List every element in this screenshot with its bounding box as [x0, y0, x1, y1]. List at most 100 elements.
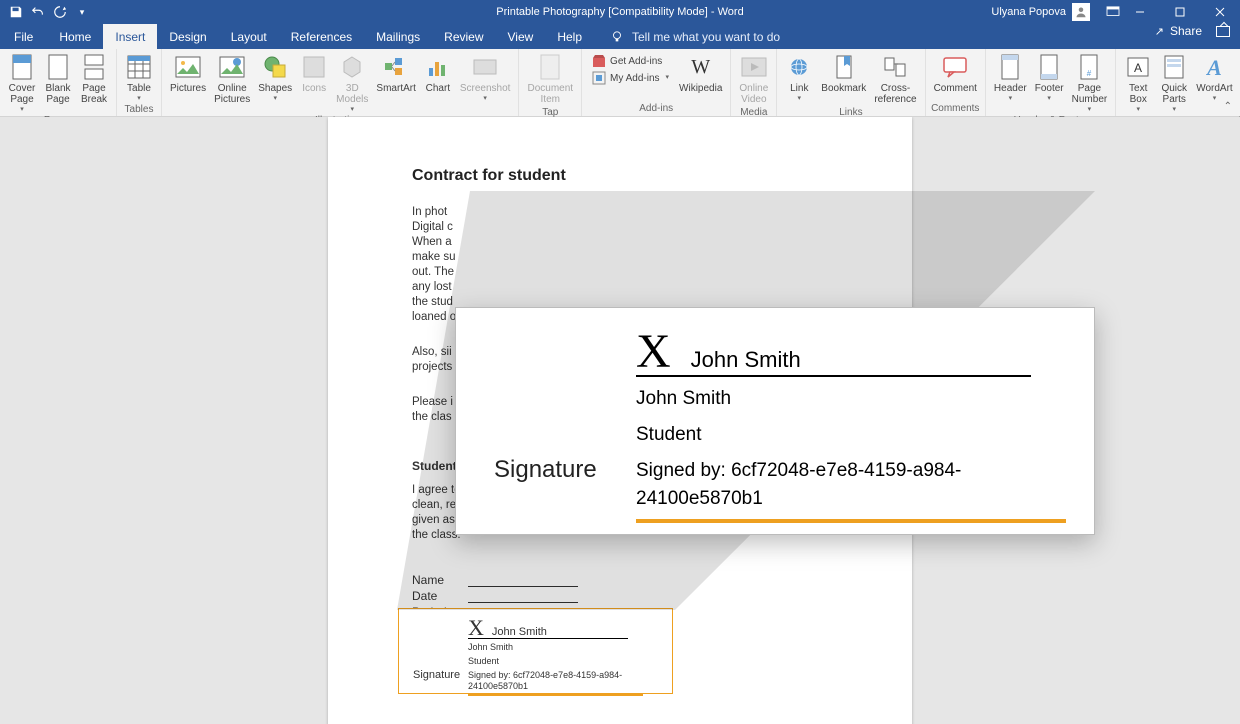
qat-customize-icon[interactable]: ▾ — [72, 2, 92, 22]
sig-signedby-zoom: Signed by: 6cf72048-e7e8-4159-a984-24100… — [636, 457, 1064, 513]
icons-icon — [300, 53, 328, 81]
table-button[interactable]: Table▾ — [121, 51, 157, 104]
smartart-icon — [382, 53, 410, 81]
tab-review[interactable]: Review — [432, 24, 495, 49]
group-links: Link▾ Bookmark Cross- reference Links — [777, 49, 925, 116]
avatar-icon — [1072, 3, 1090, 21]
save-icon[interactable] — [6, 2, 26, 22]
shapes-icon — [261, 53, 289, 81]
shapes-button[interactable]: Shapes▾ — [254, 51, 296, 104]
comments-pane-icon[interactable] — [1216, 26, 1230, 37]
cover-page-icon — [8, 53, 36, 81]
screenshot-icon — [471, 53, 499, 81]
signature-line-object[interactable]: Signature X John Smith John Smith Studen… — [398, 608, 673, 694]
tab-layout[interactable]: Layout — [219, 24, 279, 49]
quick-access-toolbar: ▾ — [0, 2, 92, 22]
smartart-button[interactable]: SmartArt — [372, 51, 419, 96]
tell-me-search[interactable]: Tell me what you want to do — [594, 24, 780, 49]
footer-button[interactable]: Footer▾ — [1031, 51, 1068, 104]
account-area[interactable]: Ulyana Popova — [991, 3, 1120, 21]
sig-x-zoom: X — [636, 332, 671, 372]
online-pictures-button[interactable]: Online Pictures — [210, 51, 254, 107]
group-pages: Cover Page▾ Blank Page Page Break Pages — [0, 49, 117, 116]
group-tables: Table▾ Tables — [117, 49, 162, 116]
tab-insert[interactable]: Insert — [103, 24, 157, 49]
text-box-button[interactable]: AText Box▾ — [1120, 51, 1156, 115]
group-text: AText Box▾ Quick Parts▾ AWordArt▾ ADrop … — [1116, 49, 1240, 116]
page-break-button[interactable]: Page Break — [76, 51, 112, 107]
page-break-icon — [80, 53, 108, 81]
page-number-button[interactable]: #Page Number▾ — [1068, 51, 1112, 115]
sig-role-zoom: Student — [636, 421, 1064, 449]
blank-page-button[interactable]: Blank Page — [40, 51, 76, 107]
cover-page-button[interactable]: Cover Page▾ — [4, 51, 40, 115]
tab-home[interactable]: Home — [47, 24, 103, 49]
link-icon — [785, 53, 813, 81]
tab-help[interactable]: Help — [545, 24, 594, 49]
share-button[interactable]: ↗ Share — [1155, 24, 1230, 38]
tab-references[interactable]: References — [279, 24, 364, 49]
ribbon-display-icon[interactable] — [1106, 6, 1120, 18]
quickparts-icon — [1160, 53, 1188, 81]
comment-icon — [941, 53, 969, 81]
sig-typed-zoom: John Smith — [691, 347, 801, 373]
doc-heading: Contract for student — [412, 167, 828, 185]
footer-icon — [1035, 53, 1063, 81]
cross-reference-button[interactable]: Cross- reference — [870, 51, 920, 107]
group-label-tables: Tables — [121, 104, 157, 117]
icons-button: Icons — [296, 51, 332, 96]
sig-typed-small: John Smith — [492, 626, 547, 638]
sig-line-small — [468, 638, 628, 639]
sig-x-small: X — [468, 615, 484, 641]
document-area[interactable]: Contract for student In phot Digital c W… — [0, 117, 1240, 724]
tell-me-label: Tell me what you want to do — [632, 30, 780, 44]
header-button[interactable]: Header▾ — [990, 51, 1031, 104]
get-addins-button[interactable]: Get Add-ins — [590, 53, 671, 69]
group-tap: Document Item Tap — [519, 49, 582, 116]
tab-file[interactable]: File — [0, 24, 47, 49]
comment-button[interactable]: Comment — [930, 51, 981, 96]
document-item-button: Document Item — [523, 51, 577, 107]
sig-label-zoom: Signature — [494, 456, 597, 484]
ribbon-tabs: File Home Insert Design Layout Reference… — [0, 24, 1240, 49]
online-video-button: Online Video — [735, 51, 772, 107]
my-addins-button[interactable]: My Add-ins▾ — [590, 70, 671, 86]
window-controls — [1120, 0, 1240, 24]
sig-line-zoom — [636, 375, 1031, 377]
undo-icon[interactable] — [28, 2, 48, 22]
user-name: Ulyana Popova — [991, 6, 1066, 18]
tab-view[interactable]: View — [496, 24, 546, 49]
bookmark-icon — [830, 53, 858, 81]
pictures-button[interactable]: Pictures — [166, 51, 210, 96]
online-pictures-icon — [218, 53, 246, 81]
tab-design[interactable]: Design — [157, 24, 218, 49]
group-label-comments: Comments — [930, 103, 981, 116]
svg-text:#: # — [1087, 69, 1092, 78]
sig-orange-small — [468, 694, 643, 696]
3d-models-icon — [338, 53, 366, 81]
sig-orange-zoom — [636, 519, 1066, 523]
wordart-icon: A — [1200, 53, 1228, 81]
group-illustrations: Pictures Online Pictures Shapes▾ Icons 3… — [162, 49, 519, 116]
minimize-button[interactable] — [1120, 0, 1160, 24]
3d-models-button: 3D Models▾ — [332, 51, 372, 115]
chart-icon — [424, 53, 452, 81]
link-button[interactable]: Link▾ — [781, 51, 817, 104]
quick-parts-button[interactable]: Quick Parts▾ — [1156, 51, 1192, 115]
maximize-button[interactable] — [1160, 0, 1200, 24]
share-arrow-icon: ↗ — [1155, 25, 1164, 38]
sig-signedby-small: Signed by: 6cf72048-e7e8-4159-a984-24100… — [468, 670, 662, 692]
redo-icon[interactable] — [50, 2, 70, 22]
wikipedia-button[interactable]: WWikipedia — [675, 51, 726, 96]
chart-button[interactable]: Chart — [420, 51, 456, 96]
crossref-icon — [881, 53, 909, 81]
tab-mailings[interactable]: Mailings — [364, 24, 432, 49]
wordart-button[interactable]: AWordArt▾ — [1192, 51, 1237, 104]
title-bar: ▾ Printable Photography [Compatibility M… — [0, 0, 1240, 24]
table-icon — [125, 53, 153, 81]
collapse-ribbon-icon[interactable]: ⌃ — [1224, 101, 1232, 112]
group-comments: Comment Comments — [926, 49, 986, 116]
header-icon — [996, 53, 1024, 81]
bookmark-button[interactable]: Bookmark — [817, 51, 870, 96]
close-button[interactable] — [1200, 0, 1240, 24]
